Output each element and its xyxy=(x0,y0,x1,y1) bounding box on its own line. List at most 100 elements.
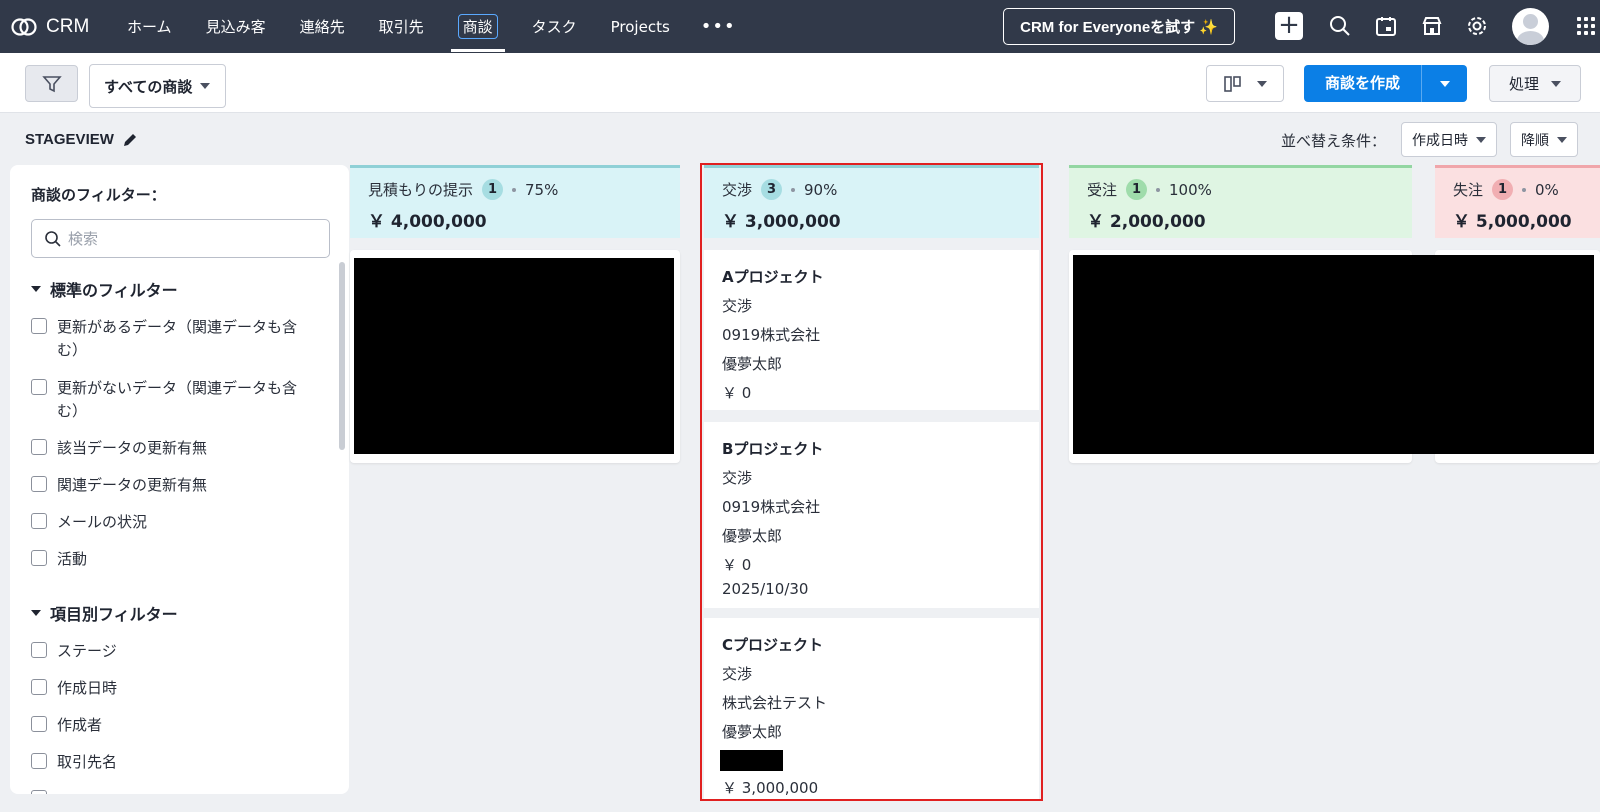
deal-owner: 優夢太郎 xyxy=(722,527,783,545)
app-name: CRM xyxy=(46,15,90,37)
checkbox[interactable] xyxy=(31,790,47,794)
deal-owner: 優夢太郎 xyxy=(722,355,783,373)
apps-grid-icon[interactable] xyxy=(1577,17,1595,35)
filter-item[interactable]: 取引先名 xyxy=(31,751,311,774)
deal-account[interactable]: 0919株式会社 xyxy=(722,496,1021,518)
checkbox[interactable] xyxy=(31,642,47,658)
deal-card[interactable]: Bプロジェクト 交渉 0919株式会社 優夢太郎 ￥ 0 2025/10/30 xyxy=(704,422,1039,608)
crm-logo-icon xyxy=(11,17,37,36)
filter-item[interactable]: 作成日時 xyxy=(31,677,311,700)
stage-total-amount: ￥ 2,000,000 xyxy=(1087,212,1206,232)
checkbox[interactable] xyxy=(31,753,47,769)
caret-down-icon xyxy=(31,610,41,616)
redaction-block xyxy=(1073,255,1594,454)
checkbox[interactable] xyxy=(31,550,47,566)
sort-field-dropdown[interactable]: 作成日時 xyxy=(1401,122,1497,157)
deal-count-badge: 1 xyxy=(482,179,504,200)
deal-count-badge: 3 xyxy=(761,179,783,200)
kanban-view-icon xyxy=(1224,75,1241,92)
stage-total-amount: ￥ 5,000,000 xyxy=(1453,212,1572,232)
top-navigation: CRM ホーム 見込み客 連絡先 取引先 商談 タスク Projects •••… xyxy=(0,0,1600,53)
stage-column-header[interactable]: 見積もりの提示 1 75% ￥ 4,000,000 xyxy=(350,165,680,238)
nav-more-button[interactable]: ••• xyxy=(687,0,750,53)
filter-item[interactable]: ステージ xyxy=(31,640,311,663)
try-crm-for-everyone-button[interactable]: CRM for Everyoneを試す ✨ xyxy=(1003,8,1235,45)
filter-item[interactable]: 更新があるデータ（関連データも含む） xyxy=(31,316,311,362)
nav-leads[interactable]: 見込み客 xyxy=(189,0,283,53)
stageview-title: STAGEVIEW xyxy=(25,131,138,148)
layout-switch-button[interactable] xyxy=(1206,65,1284,102)
crm-logo[interactable]: CRM xyxy=(10,16,110,38)
view-select-dropdown[interactable]: すべての商談 xyxy=(89,64,226,108)
marketplace-icon[interactable] xyxy=(1420,14,1444,38)
chevron-down-icon xyxy=(1257,80,1267,87)
redaction-block xyxy=(720,750,783,771)
checkbox[interactable] xyxy=(31,318,47,334)
chevron-down-icon xyxy=(1557,136,1567,143)
stage-probability: 0% xyxy=(1535,180,1559,199)
stage-column-header[interactable]: 受注 1 100% ￥ 2,000,000 xyxy=(1069,165,1412,238)
sort-label: 並べ替え条件： xyxy=(1281,132,1387,150)
caret-down-icon xyxy=(31,286,41,292)
deal-name[interactable]: Bプロジェクト xyxy=(722,438,1021,460)
deal-stage: 交渉 xyxy=(722,469,753,487)
deal-count-badge: 1 xyxy=(1492,179,1514,200)
filter-item[interactable]: メールの状況 xyxy=(31,511,311,534)
filter-item[interactable]: 作成者 xyxy=(31,714,311,737)
quick-create-button[interactable]: + xyxy=(1275,12,1303,40)
stage-total-amount: ￥ 3,000,000 xyxy=(722,212,841,232)
deal-stage: 交渉 xyxy=(722,665,753,683)
stage-column-header[interactable]: 交渉 3 90% ￥ 3,000,000 xyxy=(704,165,1039,238)
filter-toggle-button[interactable] xyxy=(25,65,78,102)
sort-order-dropdown[interactable]: 降順 xyxy=(1510,122,1578,157)
nav-contacts[interactable]: 連絡先 xyxy=(283,0,362,53)
stage-probability: 90% xyxy=(804,180,838,199)
filter-item[interactable]: 関連データの更新有無 xyxy=(31,474,311,497)
nav-home[interactable]: ホーム xyxy=(110,0,189,53)
calendar-icon[interactable] xyxy=(1374,14,1398,38)
edit-pencil-icon[interactable] xyxy=(122,132,138,148)
deal-amount: ￥ 3,000,000 xyxy=(722,779,819,797)
filter-item[interactable]: 更新がないデータ（関連データも含む） xyxy=(31,377,311,423)
create-deal-button[interactable]: 商談を作成 xyxy=(1304,65,1467,102)
deal-name[interactable]: Aプロジェクト xyxy=(722,266,1021,288)
deal-amount: ￥ 0 xyxy=(722,556,752,574)
stage-column-header[interactable]: 失注 1 0% ￥ 5,000,000 xyxy=(1435,165,1600,238)
nav-accounts[interactable]: 取引先 xyxy=(362,0,441,53)
field-filters-section[interactable]: 項目別フィルター xyxy=(31,601,178,625)
filter-panel-scrollbar[interactable] xyxy=(339,262,345,450)
chevron-down-icon xyxy=(1476,136,1486,143)
deal-card[interactable]: Aプロジェクト 交渉 0919株式会社 優夢太郎 ￥ 0 xyxy=(704,250,1039,410)
deal-name[interactable]: Cプロジェクト xyxy=(722,634,1021,656)
toolbar: すべての商談 商談を作成 処理 xyxy=(0,53,1600,113)
filter-item[interactable]: 活動 xyxy=(31,548,311,571)
nav-deals[interactable]: 商談 xyxy=(441,0,515,53)
deal-card-redacted[interactable] xyxy=(350,250,680,463)
deal-stage: 交渉 xyxy=(722,297,753,315)
checkbox[interactable] xyxy=(31,679,47,695)
nav-projects[interactable]: Projects xyxy=(594,0,687,53)
chevron-down-icon xyxy=(1439,80,1450,87)
checkbox[interactable] xyxy=(31,379,47,395)
deal-account[interactable]: 0919株式会社 xyxy=(722,324,1021,346)
checkbox[interactable] xyxy=(31,439,47,455)
standard-filters-section[interactable]: 標準のフィルター xyxy=(31,277,178,301)
filter-item[interactable]: 該当データの更新有無 xyxy=(31,437,311,460)
gear-icon[interactable] xyxy=(1465,14,1489,38)
checkbox[interactable] xyxy=(31,513,47,529)
checkbox[interactable] xyxy=(31,716,47,732)
user-avatar[interactable] xyxy=(1512,8,1549,45)
nav-tasks[interactable]: タスク xyxy=(515,0,594,53)
filter-item[interactable] xyxy=(31,788,311,794)
deal-owner: 優夢太郎 xyxy=(722,723,783,741)
filter-search-input[interactable]: 検索 xyxy=(31,219,330,258)
chevron-down-icon xyxy=(200,83,211,89)
create-deal-dropdown[interactable] xyxy=(1422,80,1467,87)
deal-closing-date: 2025/10/30 xyxy=(722,580,809,598)
checkbox[interactable] xyxy=(31,476,47,492)
sparkle-icon: ✨ xyxy=(1199,18,1218,36)
deal-account[interactable]: 株式会社テスト xyxy=(722,692,1021,714)
search-icon[interactable] xyxy=(1328,14,1352,38)
deal-card[interactable]: Cプロジェクト 交渉 株式会社テスト 優夢太郎 ￥ 3,000,000 xyxy=(704,618,1039,800)
actions-dropdown[interactable]: 処理 xyxy=(1489,65,1581,102)
